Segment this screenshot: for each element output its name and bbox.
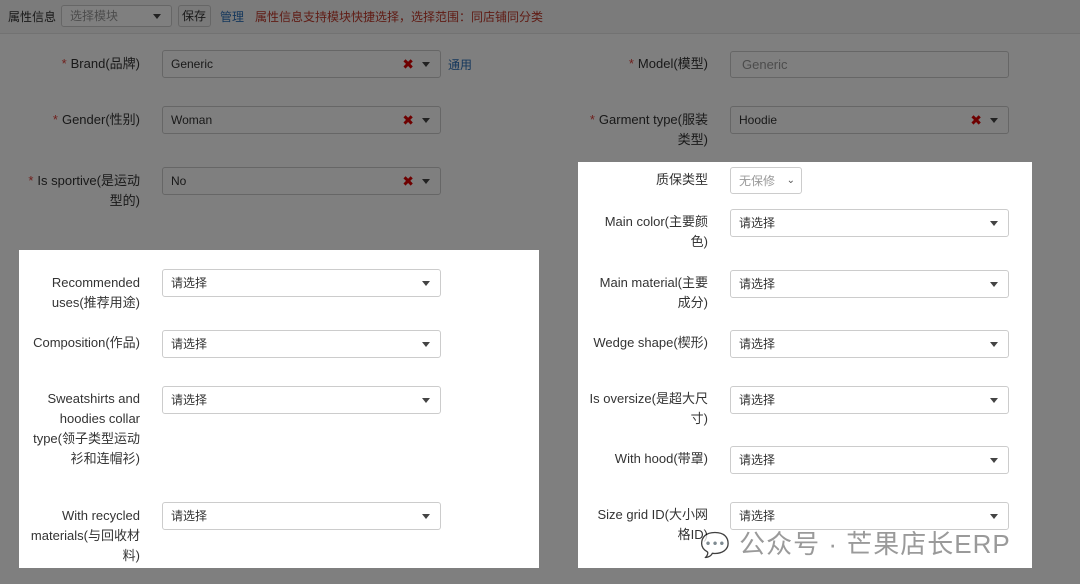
chevron-down-icon [990, 398, 998, 403]
highlight-panel-right: 质保类型 无保修 ⌄ Main color(主要颜色) 请选择 Main mate… [578, 162, 1032, 568]
chevron-down-icon [422, 514, 430, 519]
uses-label: Recommended uses(推荐用途) [19, 273, 140, 313]
wedge-select[interactable]: 请选择 [730, 330, 1009, 358]
chevron-down-icon [990, 514, 998, 519]
chevron-down-icon [990, 458, 998, 463]
collar-select[interactable]: 请选择 [162, 386, 441, 414]
label-text: Recommended [51, 275, 140, 290]
label-text: Is oversize(是超大尺 [589, 391, 708, 406]
label-text: Main material(主要 [599, 275, 708, 290]
chevron-down-icon [422, 342, 430, 347]
select-value: 请选择 [739, 277, 776, 291]
chevron-down-icon [990, 221, 998, 226]
size-grid-label: Size grid ID(大小网 格ID) [578, 505, 708, 545]
chevron-down-icon [422, 398, 430, 403]
main-material-select[interactable]: 请选择 [730, 270, 1009, 298]
warranty-select[interactable]: 无保修 ⌄ [730, 167, 802, 194]
chevron-down-icon: ⌄ [786, 175, 795, 186]
label-text: hoodies collar [59, 411, 140, 426]
recycled-label: With recycled materials(与回收材料) [19, 506, 140, 566]
recycled-select[interactable]: 请选择 [162, 502, 441, 530]
oversize-select[interactable]: 请选择 [730, 386, 1009, 414]
composition-label: Composition(作品) [33, 335, 140, 350]
watermark-text: 公众号 · 芒果店长ERP [739, 529, 1011, 559]
label-text: Size grid ID(大小网 [597, 507, 708, 522]
label-text: materials(与回收材 [30, 528, 140, 543]
chevron-down-icon [990, 342, 998, 347]
label-text: 料) [122, 548, 140, 563]
label-text: Sweatshirts and [47, 391, 141, 406]
main-material-label: Main material(主要成分) [578, 273, 708, 313]
collar-label: Sweatshirts and hoodies collar type(领子类型运动… [19, 389, 140, 469]
main-color-select[interactable]: 请选择 [730, 209, 1009, 237]
warranty-label: 质保类型 [655, 172, 708, 187]
select-value: 请选择 [739, 216, 776, 230]
uses-select[interactable]: 请选择 [162, 269, 441, 297]
select-value: 请选择 [171, 509, 208, 523]
wechat-icon: 💬 [700, 532, 731, 559]
label-text: uses(推荐用途) [51, 295, 140, 310]
wedge-label: Wedge shape(楔形) [593, 335, 708, 350]
select-value: 请选择 [739, 337, 776, 351]
select-value: 请选择 [171, 276, 208, 290]
watermark: 💬 公众号 · 芒果店长ERP [700, 524, 1011, 561]
chevron-down-icon [990, 282, 998, 287]
select-value: 请选择 [171, 337, 208, 351]
label-text: 色) [690, 234, 708, 249]
label-text: Main color(主要颜 [604, 214, 708, 229]
composition-select[interactable]: 请选择 [162, 330, 441, 358]
label-text: With recycled [61, 508, 140, 523]
chevron-down-icon [422, 281, 430, 286]
highlight-panel-left: Recommended uses(推荐用途) 请选择 Composition(作品… [19, 250, 539, 568]
select-value: 请选择 [739, 453, 776, 467]
label-text: 衫和连帽衫) [70, 451, 140, 466]
oversize-label: Is oversize(是超大尺寸) [578, 389, 708, 429]
select-value: 请选择 [171, 393, 208, 407]
main-color-label: Main color(主要颜色) [578, 212, 708, 252]
select-value: 请选择 [739, 393, 776, 407]
select-value: 无保修 [739, 174, 776, 188]
hood-select[interactable]: 请选择 [730, 446, 1009, 474]
select-value: 请选择 [739, 509, 776, 523]
label-text: 寸) [690, 411, 708, 426]
label-text: type(领子类型运动 [33, 431, 140, 446]
hood-label: With hood(带罩) [614, 451, 708, 466]
label-text: 成分) [677, 295, 708, 310]
